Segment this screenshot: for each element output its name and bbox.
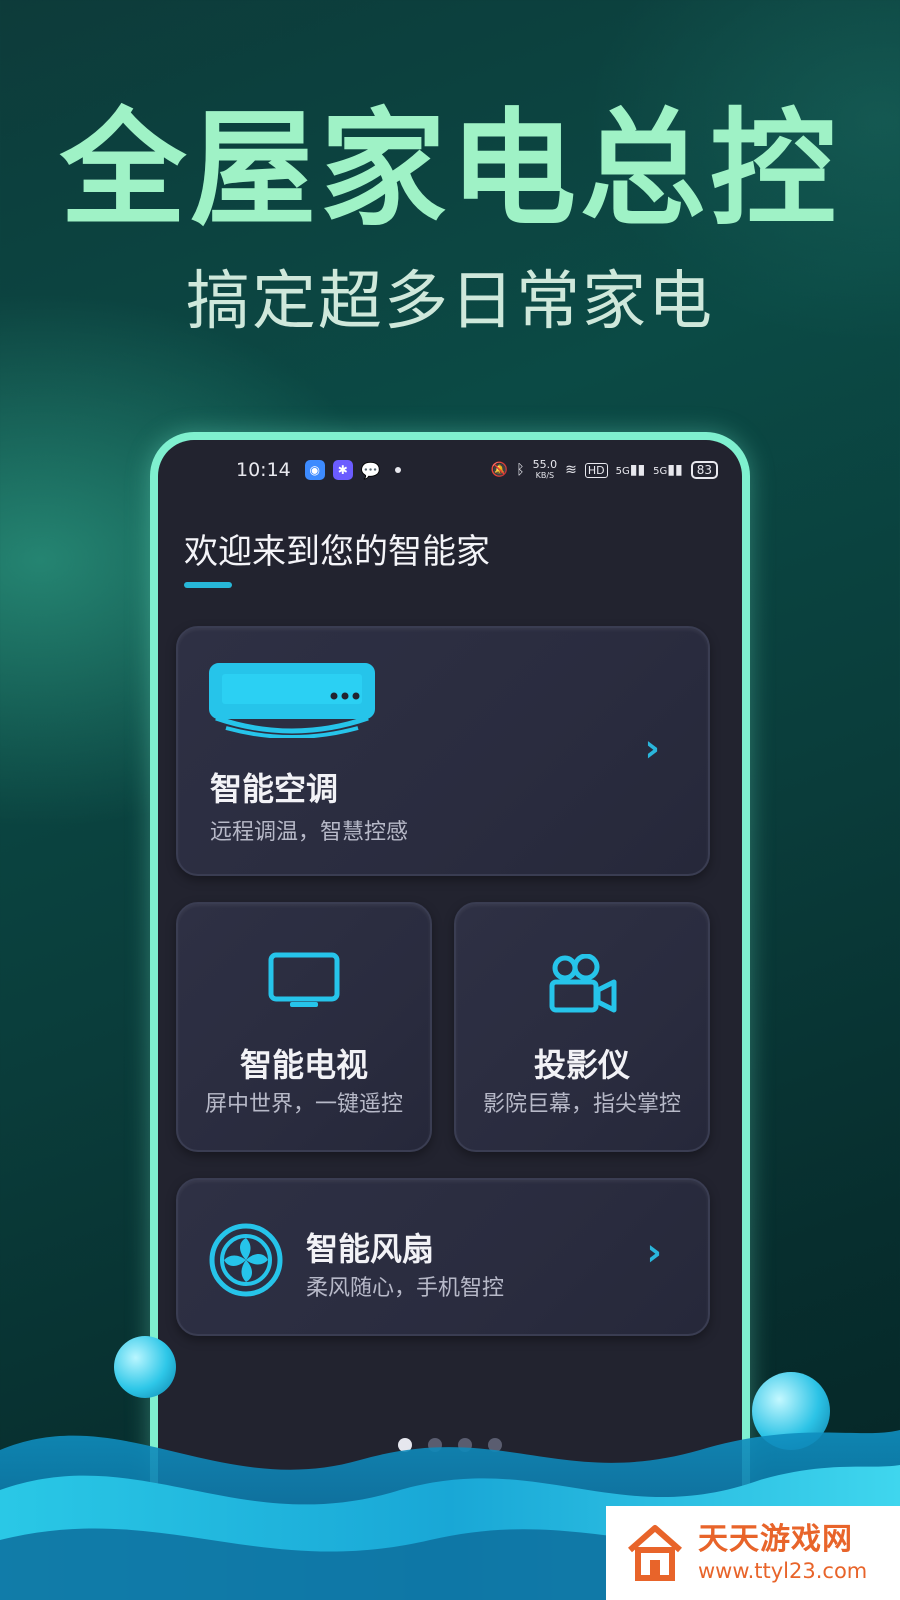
status-bar: 10:14 ◉ ✱ 💬 🔕 ᛒ 55.0 KB/S ≋ HD 5G▮▮ 5G▮▮… xyxy=(158,454,742,486)
wechat-icon: 💬 xyxy=(360,460,381,480)
bluetooth-icon: ᛒ xyxy=(516,462,525,478)
house-logo-icon xyxy=(628,1525,682,1581)
hero-subtitle: 搞定超多日常家电 xyxy=(186,265,714,339)
card-smart-tv[interactable]: 智能电视 屏中世界，一键遥控 xyxy=(176,902,432,1152)
watermark-url: www.ttyl23.com xyxy=(698,1559,868,1583)
assistant-app-icon: ✱ xyxy=(332,460,353,480)
ac-subtitle: 远程调温，智慧控感 xyxy=(210,820,409,845)
projector-camera-icon xyxy=(549,954,617,1013)
air-conditioner-icon xyxy=(209,663,375,738)
chevron-right-icon: › xyxy=(644,726,660,770)
notification-dot-icon xyxy=(394,467,401,473)
signal-5g-1-label: 5G xyxy=(615,466,630,477)
chevron-right-icon: › xyxy=(646,1230,662,1274)
site-watermark: 天天游戏网 www.ttyl23.com xyxy=(606,1506,900,1600)
projector-subtitle: 影院巨幕，指尖掌控 xyxy=(482,1092,681,1117)
card-smart-fan[interactable]: 智能风扇 柔风随心，手机智控 › xyxy=(176,1178,710,1336)
status-time: 10:14 xyxy=(236,459,291,481)
fan-icon xyxy=(209,1223,283,1297)
browser-app-icon: ◉ xyxy=(304,460,325,480)
signal-5g-2: 5G▮▮ xyxy=(653,462,683,478)
mute-icon: 🔕 xyxy=(490,462,509,478)
status-app-icons: ◉ ✱ 💬 xyxy=(304,460,401,480)
tv-subtitle: 屏中世界，一键遥控 xyxy=(204,1092,403,1117)
status-indicators: 🔕 ᛒ 55.0 KB/S ≋ HD 5G▮▮ 5G▮▮ 83 xyxy=(490,457,718,481)
battery-indicator: 83 xyxy=(690,461,718,479)
wifi-icon: ≋ xyxy=(565,462,577,478)
hero-title: 全屋家电总控 xyxy=(60,96,840,243)
projector-title: 投影仪 xyxy=(533,1046,630,1084)
fan-subtitle: 柔风随心，手机智控 xyxy=(306,1276,505,1301)
fan-title: 智能风扇 xyxy=(306,1230,435,1268)
signal-5g-2-label: 5G xyxy=(653,466,668,477)
tv-title: 智能电视 xyxy=(239,1046,368,1084)
signal-5g-1: 5G▮▮ xyxy=(615,462,646,478)
welcome-heading: 欢迎来到您的智能家 xyxy=(184,532,490,572)
watermark-name: 天天游戏网 xyxy=(698,1522,853,1557)
network-rate: 55.0 KB/S xyxy=(532,457,558,481)
network-rate-unit: KB/S xyxy=(535,470,555,480)
tv-icon xyxy=(268,952,340,1007)
network-rate-value: 55.0 xyxy=(532,457,558,471)
ac-title: 智能空调 xyxy=(210,770,339,808)
hd-badge: HD xyxy=(584,462,608,478)
welcome-underline xyxy=(184,582,232,588)
card-projector[interactable]: 投影仪 影院巨幕，指尖掌控 xyxy=(454,902,710,1152)
card-air-conditioner[interactable]: 智能空调 远程调温，智慧控感 › xyxy=(176,626,710,876)
